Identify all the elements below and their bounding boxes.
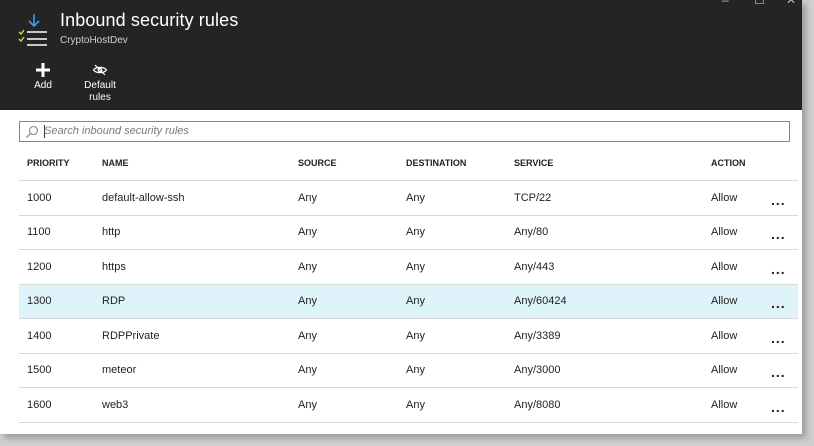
cell-priority: 1000 (19, 180, 102, 216)
cell-priority: 1300 (19, 283, 102, 319)
cell-destination: Any (406, 318, 514, 354)
cell-name: RDPPrivate (102, 318, 298, 354)
blade-subtitle: CryptoHostDev (60, 35, 128, 46)
cell-source: Any (298, 180, 406, 216)
more-options-icon[interactable]: ... (771, 330, 786, 346)
close-icon[interactable]: ✕ (786, 0, 796, 6)
cell-service: Any/443 (514, 249, 711, 285)
column-header-source[interactable]: SOURCE (298, 146, 406, 181)
inbound-security-rules-blade: Inbound security rules CryptoHostDev – ☐… (0, 0, 802, 434)
more-options-icon[interactable]: ... (771, 399, 786, 415)
cell-name: http (102, 215, 298, 250)
cell-action: Allow (711, 353, 771, 388)
column-header-name[interactable]: NAME (102, 146, 298, 181)
more-options-icon[interactable]: ... (771, 364, 786, 380)
table-row[interactable]: 1000 default-allow-ssh Any Any TCP/22 Al… (19, 180, 798, 216)
table-row-selected[interactable]: 1300 RDP Any Any Any/60424 Allow ... (19, 283, 798, 319)
more-options-icon[interactable]: ... (771, 192, 786, 208)
eye-hidden-icon (92, 64, 108, 76)
cell-name: meteor (102, 353, 298, 388)
blade-title: Inbound security rules (60, 10, 239, 30)
cell-source: Any (298, 318, 406, 354)
minimize-icon[interactable]: – (722, 0, 729, 6)
cell-name: default-allow-ssh (102, 180, 298, 216)
inbound-rules-icon (18, 14, 47, 46)
column-header-action[interactable]: ACTION (711, 146, 771, 181)
add-button[interactable]: Add (28, 62, 58, 92)
cell-action: Allow (711, 215, 771, 250)
cell-destination: Any (406, 387, 514, 423)
add-button-label: Add (34, 80, 52, 91)
cell-name: web3 (102, 387, 298, 423)
cell-name: RDP (102, 283, 298, 319)
column-header-more (771, 146, 798, 181)
cell-source: Any (298, 283, 406, 319)
cell-priority: 1100 (19, 215, 102, 250)
rules-table: PRIORITY NAME SOURCE DESTINATION SERVICE… (19, 146, 798, 423)
cell-destination: Any (406, 180, 514, 216)
table-row[interactable]: 1600 web3 Any Any Any/8080 Allow ... (19, 387, 798, 423)
cell-service: TCP/22 (514, 180, 711, 216)
cell-service: Any/3000 (514, 353, 711, 388)
blade-header: Inbound security rules CryptoHostDev – ☐… (0, 0, 802, 110)
table-row[interactable]: 1200 https Any Any Any/443 Allow ... (19, 249, 798, 285)
cell-destination: Any (406, 353, 514, 388)
more-options-icon[interactable]: ... (771, 261, 786, 277)
cell-source: Any (298, 215, 406, 250)
column-header-service[interactable]: SERVICE (514, 146, 711, 181)
search-box[interactable] (19, 121, 790, 142)
more-options-icon[interactable]: ... (771, 295, 786, 311)
cell-service: Any/8080 (514, 387, 711, 423)
cell-name: https (102, 249, 298, 285)
cell-source: Any (298, 249, 406, 285)
cell-destination: Any (406, 215, 514, 250)
search-icon (26, 125, 39, 138)
cell-action: Allow (711, 249, 771, 285)
default-rules-button[interactable]: Default rules (80, 62, 120, 104)
default-rules-label-line1: Default (84, 80, 116, 91)
cell-destination: Any (406, 283, 514, 319)
cell-destination: Any (406, 249, 514, 285)
table-row[interactable]: 1500 meteor Any Any Any/3000 Allow ... (19, 353, 798, 388)
cell-action: Allow (711, 283, 771, 319)
search-input[interactable] (44, 123, 779, 139)
plus-icon (36, 63, 50, 77)
table-row[interactable]: 1400 RDPPrivate Any Any Any/3389 Allow .… (19, 318, 798, 354)
cell-priority: 1500 (19, 353, 102, 388)
cell-priority: 1400 (19, 318, 102, 354)
cell-action: Allow (711, 387, 771, 423)
cell-service: Any/3389 (514, 318, 711, 354)
column-header-destination[interactable]: DESTINATION (406, 146, 514, 181)
cell-source: Any (298, 353, 406, 388)
column-header-priority[interactable]: PRIORITY (19, 146, 102, 181)
cell-action: Allow (711, 180, 771, 216)
default-rules-label-line2: rules (89, 92, 111, 103)
table-row[interactable]: 1100 http Any Any Any/80 Allow ... (19, 215, 798, 250)
cell-action: Allow (711, 318, 771, 354)
cell-priority: 1200 (19, 249, 102, 285)
table-header-row: PRIORITY NAME SOURCE DESTINATION SERVICE… (19, 146, 798, 181)
cell-service: Any/80 (514, 215, 711, 250)
maximize-icon[interactable]: ☐ (754, 0, 765, 6)
cell-source: Any (298, 387, 406, 423)
cell-priority: 1600 (19, 387, 102, 423)
window-controls: – ☐ ✕ (712, 0, 802, 6)
cell-service: Any/60424 (514, 283, 711, 319)
more-options-icon[interactable]: ... (771, 226, 786, 242)
